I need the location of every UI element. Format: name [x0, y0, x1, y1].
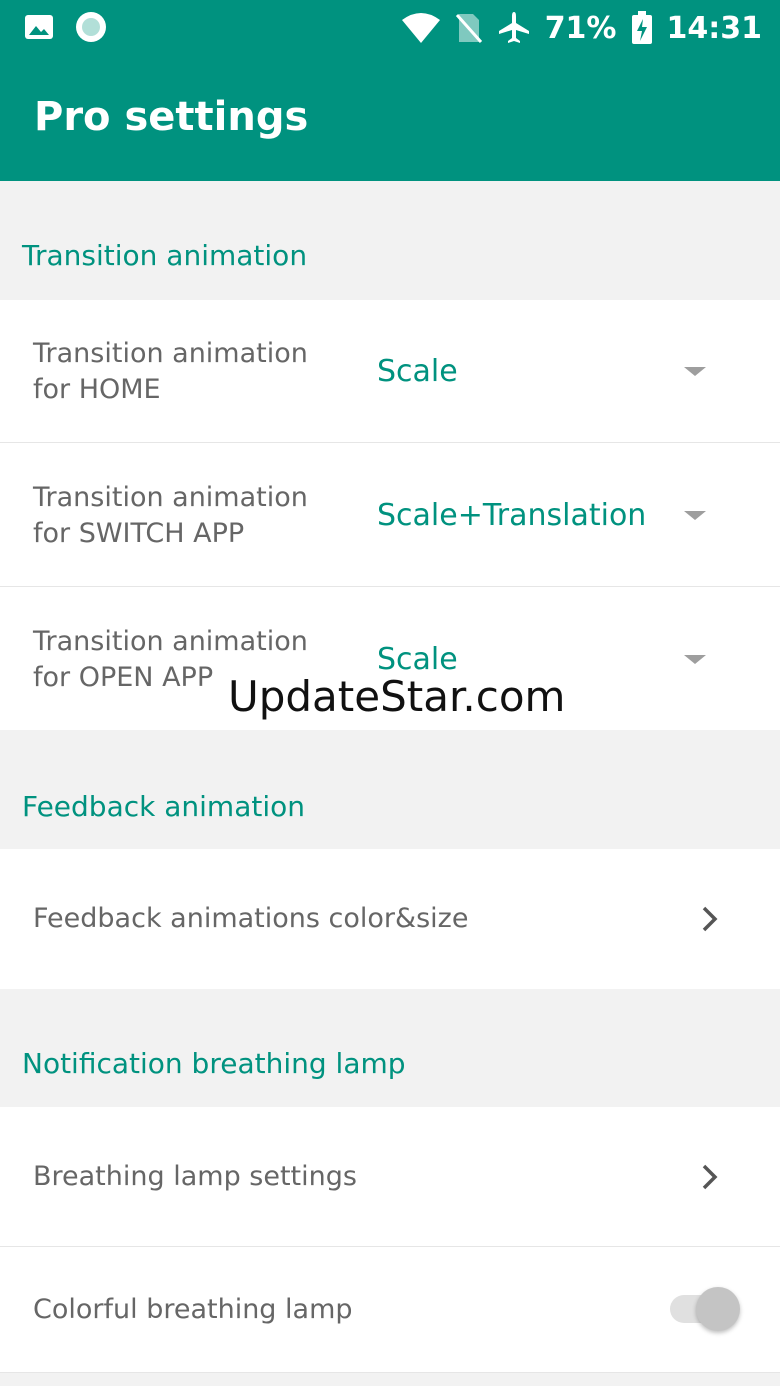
watermark: UpdateStar.com: [228, 672, 566, 721]
setting-row-colorful-breathing-lamp[interactable]: Colorful breathing lamp: [0, 1247, 780, 1373]
setting-row-breathing-lamp-settings[interactable]: Breathing lamp settings: [0, 1107, 780, 1247]
dropdown-value[interactable]: Scale: [377, 354, 458, 389]
status-bar: 71% 14:31: [0, 0, 780, 56]
section-title: Feedback animation: [22, 790, 305, 823]
setting-label: Colorful breathing lamp: [33, 1294, 353, 1325]
dropdown-arrow-icon[interactable]: [684, 655, 706, 664]
setting-label: Breathing lamp settings: [33, 1161, 357, 1192]
clock: 14:31: [666, 10, 763, 46]
battery-percentage: 71%: [544, 10, 617, 46]
dropdown-arrow-icon[interactable]: [684, 511, 706, 520]
setting-label: Transition animation for HOME: [33, 338, 308, 405]
page-title: Pro settings: [34, 94, 309, 140]
setting-label: Transition animation for SWITCH APP: [33, 482, 308, 549]
section-header-transition: Transition animation: [0, 181, 780, 300]
dropdown-arrow-icon[interactable]: [684, 367, 706, 376]
setting-row-feedback-color-size[interactable]: Feedback animations color&size: [0, 849, 780, 989]
image-icon: [25, 15, 53, 39]
setting-row-home-transition[interactable]: Transition animation for HOME Scale: [0, 300, 780, 443]
app-bar: Pro settings: [0, 56, 780, 181]
setting-row-switch-app-transition[interactable]: Transition animation for SWITCH APP Scal…: [0, 443, 780, 587]
setting-label: Feedback animations color&size: [33, 903, 469, 934]
toggle-thumb[interactable]: [696, 1287, 740, 1331]
section-title: Notification breathing lamp: [22, 1047, 406, 1080]
chevron-right-icon: [702, 1164, 718, 1190]
section-header-breathing-lamp: Notification breathing lamp: [0, 989, 780, 1107]
record-icon: [76, 12, 106, 42]
section-header-feedback: Feedback animation: [0, 730, 780, 849]
chevron-right-icon: [702, 906, 718, 932]
no-sim-icon: [455, 14, 482, 43]
wifi-icon: [401, 13, 440, 43]
battery-charging-icon: [631, 11, 652, 44]
section-title: Transition animation: [22, 239, 308, 272]
airplane-icon: [498, 12, 529, 43]
dropdown-value[interactable]: Scale+Translation: [377, 498, 646, 533]
